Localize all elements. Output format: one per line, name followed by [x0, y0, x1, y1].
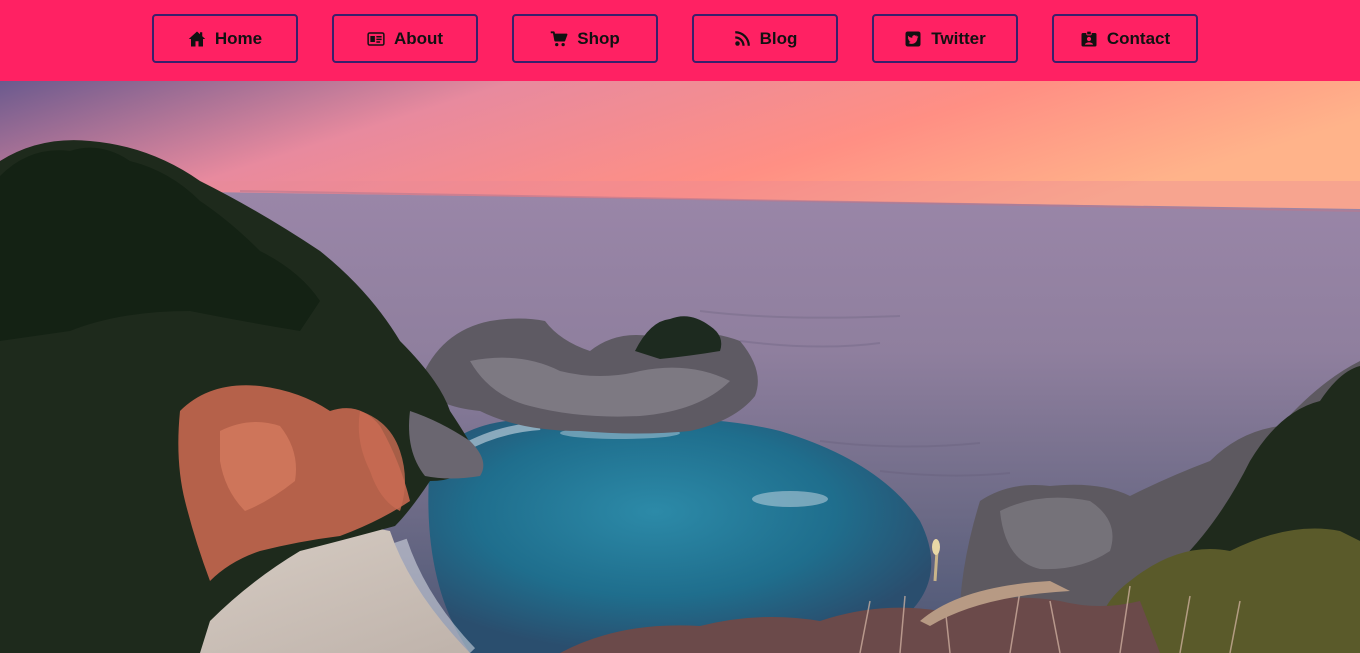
- home-button[interactable]: Home: [152, 14, 298, 63]
- contact-label: Contact: [1106, 28, 1171, 48]
- home-label: Home: [214, 28, 263, 48]
- blog-label: Blog: [759, 28, 798, 48]
- hero-image: [0, 81, 1360, 653]
- top-navbar: Home About Shop Blog Twitter Contact: [0, 0, 1360, 81]
- about-label: About: [393, 28, 444, 48]
- shop-button[interactable]: Shop: [512, 14, 658, 63]
- about-button[interactable]: About: [332, 14, 478, 63]
- twitter-button[interactable]: Twitter: [872, 14, 1018, 63]
- shopping-cart-icon: [550, 30, 568, 48]
- shop-label: Shop: [577, 28, 620, 48]
- home-icon: [188, 30, 206, 48]
- contact-badge-icon: [1080, 30, 1098, 48]
- id-card-icon: [367, 30, 385, 48]
- twitter-icon: [904, 30, 922, 48]
- blog-button[interactable]: Blog: [692, 14, 838, 63]
- twitter-label: Twitter: [931, 28, 986, 48]
- rss-icon: [733, 30, 751, 48]
- coastal-sunset-landscape-image: [0, 81, 1360, 653]
- contact-button[interactable]: Contact: [1052, 14, 1198, 63]
